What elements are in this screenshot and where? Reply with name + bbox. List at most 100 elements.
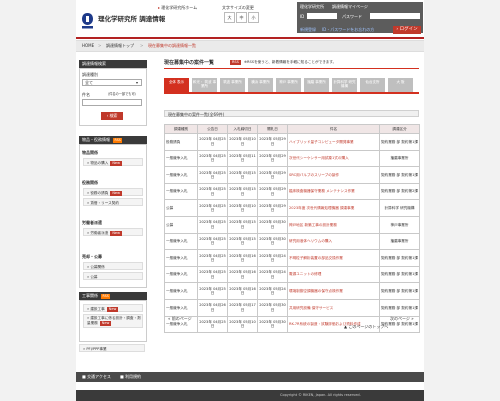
rss-badge[interactable]: RSS — [230, 60, 241, 65]
subject-link[interactable]: 不明粒子解析装置の部品交換作業 — [287, 249, 380, 267]
sidebar-item-lease[interactable]: » 賃借・リース契約 — [83, 198, 143, 206]
tab-kobe[interactable]: 神戸 事業所 — [276, 78, 302, 92]
table-cell: 計算科学 研究機構 — [379, 199, 420, 217]
footer-terms-link[interactable]: ■ 利用規約 — [120, 374, 141, 379]
nav-riken-link[interactable]: 理化学研究所 — [300, 4, 324, 9]
sidebar-item-pfi[interactable]: » PFI/PPP事業 — [79, 344, 145, 352]
tabs-rule — [164, 92, 419, 94]
keyword-input[interactable] — [82, 99, 142, 106]
subject-link[interactable]: ハイブリッド量子コンピュータ開発事業 — [287, 133, 380, 151]
table-cell: 2023年 04月26日 — [197, 298, 228, 317]
tab-sendai[interactable]: 仙台支所 — [360, 78, 386, 92]
sidebar-item-dispatch[interactable]: » 労働者派遣 New — [83, 228, 143, 236]
subject-link[interactable]: 研究用液体ヘリウムの購入 — [287, 232, 380, 251]
subject-link[interactable]: SRC用バルブのスリーブの製作 — [287, 166, 380, 184]
table-row: 一般競争入札 2023年 04月25日 2023年 05月16日 2023年 05月2… — [164, 282, 420, 300]
column-header: 調達種別 — [164, 124, 198, 134]
list-title: 現在募集中の案件一覧(全69件) — [168, 111, 225, 117]
breadcrumb-home[interactable]: HOME — [82, 43, 94, 48]
copyright: Copyright © RIKEN, Japan. All rights res… — [280, 393, 361, 397]
goods-section-title: 物品関係 — [82, 150, 98, 155]
table-cell: 2023年 05月10日 — [227, 199, 258, 217]
sidebar-item-offer[interactable]: » 公募 — [83, 272, 143, 280]
nav-mypage-link[interactable]: 調達情報マイページ — [332, 4, 368, 9]
sidebar-item-goods-purchase[interactable]: » 物品の購入 New — [83, 158, 143, 166]
table-cell: 2023年 05月30日 — [257, 215, 288, 234]
tab-yokohama[interactable]: 横浜 事業所 — [248, 78, 274, 92]
table-cell: 2023年 05月29日 — [257, 166, 288, 184]
subject-link[interactable]: 共用研究設備 保守サービス — [287, 298, 380, 317]
table-cell: 一般競争入札 — [164, 249, 198, 267]
arrow-up-icon: ▲ — [344, 324, 348, 329]
table-cell: 2023年 05月11日 — [227, 149, 258, 168]
table-cell: 2023年 05月24日 — [257, 265, 288, 284]
sidebar-item-design-survey[interactable]: » 建設工事に係る設計・調査・測量業務 New — [83, 314, 143, 328]
riken-logo-icon[interactable] — [81, 12, 94, 29]
subject-link[interactable]: 神戸地区 新築工事の設計業務 — [287, 215, 380, 234]
table-cell: 2023年 05月30日 — [257, 298, 288, 317]
home-link[interactable]: ▸ 理化学研究所ホーム — [158, 5, 197, 10]
new-badge: New — [110, 161, 122, 166]
rss-badge[interactable]: RSS — [101, 294, 111, 299]
table-row: 一般競争入札 2023年 04月26日 2023年 05月17日 2023年 05月3… — [164, 298, 420, 317]
keyword-label: 件名 — [82, 92, 90, 97]
category-select[interactable]: 全て ▾ — [82, 79, 142, 86]
tab-aics[interactable]: 計算科学 研究機構 — [332, 78, 358, 92]
breadcrumb-sep: > — [140, 43, 144, 48]
subject-link[interactable]: 環境制御空調機器の保守点検作業 — [287, 282, 380, 300]
login-button[interactable]: › ログイン — [393, 26, 421, 34]
text-size-small-button[interactable]: 小 — [248, 12, 259, 23]
footer-access-link[interactable]: ■ 交通アクセス — [82, 374, 111, 379]
table-cell: 2023年 05月29日 — [257, 133, 288, 151]
footer-copyright-bar — [76, 390, 424, 401]
subject-link[interactable]: 電源ユニットの修理 — [287, 265, 380, 284]
search-button[interactable]: › 検索 — [101, 112, 123, 120]
table-cell: 2023年 05月29日 — [257, 199, 288, 217]
tab-wako[interactable]: 和光・ 筑波 事業所 — [192, 78, 218, 92]
rss-note: ※RSSを使うと、新着情報を手軽に知ることができます。 — [244, 60, 337, 64]
subject-link[interactable]: 次世代シーケンサー用試薬1式の購入 — [287, 149, 380, 168]
id-input[interactable] — [307, 13, 337, 19]
register-link[interactable]: 新規登録 — [300, 27, 316, 32]
next-page-link[interactable]: 次のページ » — [390, 316, 414, 321]
sidebar-item-construction[interactable]: » 建設工事 New — [83, 304, 143, 312]
tab-harima[interactable]: 播磨 事業所 — [304, 78, 330, 92]
breadcrumb-top[interactable]: 調達情報トップ — [106, 43, 134, 48]
text-size-label: 文字サイズの変更 — [222, 5, 254, 10]
table-header-row: 調達種別 公告日 入札締切日 開札日 件名 調達区分 — [164, 124, 420, 134]
sidebar-item-public-offer[interactable]: » 公募関係 — [83, 262, 143, 270]
tab-tsukuba[interactable]: 筑波 事業所 — [220, 78, 246, 92]
list-header: 現在募集中の案件一覧(全69件) — [164, 110, 419, 117]
chevron-down-icon: ▾ — [136, 80, 139, 85]
page-top-link[interactable]: ▲ このページのトップへ — [344, 324, 388, 329]
main-heading: 現在募集中の案件一覧 — [164, 60, 215, 66]
forgot-password-link[interactable]: ID・パスワードをお忘れの方 — [322, 27, 374, 32]
table-cell: 播磨事業所 — [379, 149, 420, 168]
table-cell: 2023年 05月15日 — [227, 232, 258, 251]
table-cell: 2023年 04月25日 — [197, 232, 228, 251]
text-size-medium-button[interactable]: 中 — [236, 12, 247, 23]
table-cell: 契約業務 部 契約第1課 — [379, 298, 420, 317]
keyword-hint: （件名の一部でも可） — [106, 92, 138, 96]
password-input[interactable] — [370, 13, 420, 19]
table-row: 一般競争入札 2023年 04月25日 2023年 05月15日 2023年 05月2… — [164, 166, 420, 184]
table-cell: 一般競争入札 — [164, 282, 198, 300]
tab-osaka[interactable]: 大 阪 — [388, 78, 414, 92]
table-cell: 2023年 04月25日 — [197, 315, 228, 334]
text-size-large-button[interactable]: 大 — [224, 12, 235, 23]
column-header: 件名 — [287, 124, 380, 134]
subject-link[interactable]: 臨床検査機器保守業務 メンテナンス作業 — [287, 182, 380, 201]
table-cell: 2023年 05月17日 — [227, 298, 258, 317]
table-cell: 2023年 05月30日 — [257, 315, 288, 334]
subject-link[interactable]: 2023年度 次世代情報処理機器 調達事業 — [287, 199, 380, 217]
prev-page-link[interactable]: « 前のページ — [168, 316, 192, 321]
table-cell: 2023年 05月10日 — [227, 133, 258, 151]
table-row: 一般競争入札 2023年 04月25日 2023年 05月15日 2023年 05月2… — [164, 182, 420, 201]
site-title[interactable]: 理化学研究所 調達情報 — [98, 15, 165, 23]
table-cell: 2023年 05月16日 — [227, 265, 258, 284]
chevron-right-icon: » — [411, 316, 414, 321]
table-cell: 契約業務 部 契約第1課 — [379, 133, 420, 151]
tab-all[interactable]: 全体 表示 — [164, 78, 190, 92]
rss-badge[interactable]: RSS — [113, 138, 123, 143]
sidebar-item-service-contract[interactable]: » 役務の請負 New — [83, 188, 143, 196]
